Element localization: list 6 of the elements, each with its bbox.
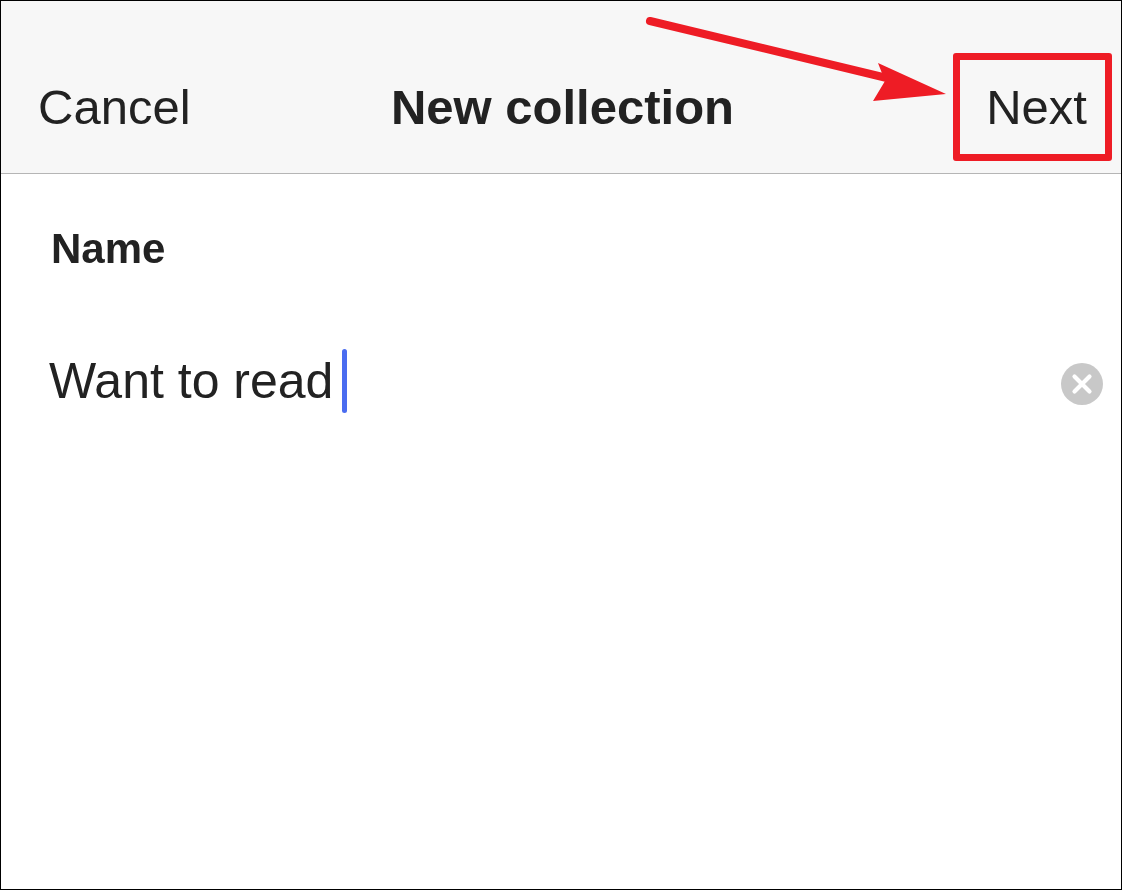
screen-title: New collection: [390, 78, 735, 136]
cancel-button[interactable]: Cancel: [38, 78, 191, 136]
next-button[interactable]: Next: [986, 78, 1087, 136]
clear-icon[interactable]: [1061, 363, 1103, 406]
name-input[interactable]: Want to read: [49, 346, 1061, 417]
field-label: Name: [51, 224, 167, 274]
